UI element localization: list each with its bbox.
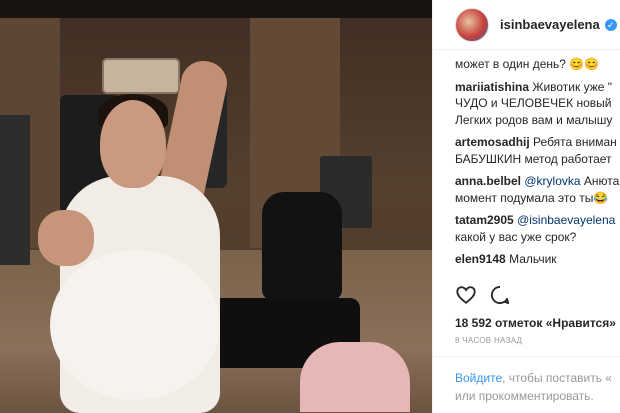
comment-username[interactable]: anna.belbel [455, 174, 521, 188]
comment-mention[interactable]: @isinbaevayelena [517, 213, 615, 227]
verified-badge-icon: ✓ [604, 18, 617, 31]
comment-username[interactable]: artemosadhij [455, 135, 530, 149]
post-side-panel: isinbaevayelena ✓ • может в один день? 😊… [432, 0, 620, 413]
comment-username[interactable]: mariiatishina [455, 80, 529, 94]
post-actions [455, 284, 511, 306]
comment: tatam2905 @isinbaevayelena какой у вас у… [455, 212, 620, 245]
comment: artemosadhij Ребята вниман БАБУШКИН мето… [455, 134, 620, 167]
comment-text: какой у вас уже срок? [455, 229, 577, 244]
login-prompt-text: , чтобы поставить « [502, 371, 612, 385]
login-prompt: Войдите, чтобы поставить « или прокоммен… [433, 356, 620, 413]
heart-icon[interactable] [455, 284, 477, 306]
comment: может в один день? 😊😊 [455, 56, 620, 73]
comment-text: Ребята вниман [533, 135, 617, 149]
phone [102, 58, 180, 94]
post-timestamp[interactable]: 8 часов назад [455, 336, 522, 345]
person-belly [50, 250, 220, 400]
comment-text: БАБУШКИН метод работает [455, 151, 612, 166]
comment: elen9148 Мальчик [455, 251, 620, 268]
comments-list: может в один день? 😊😊 mariiatishina Живо… [455, 56, 620, 274]
likes-count[interactable]: 18 592 отметок «Нравится» [455, 316, 616, 330]
post-header: isinbaevayelena ✓ • [433, 0, 620, 50]
comment-text: Мальчик [509, 252, 557, 266]
comment: anna.belbel @krylovka Анюта момент подум… [455, 173, 620, 206]
chair-back [262, 192, 342, 300]
photo-top-band [0, 0, 432, 18]
comment-username[interactable]: tatam2905 [455, 213, 514, 227]
person-head [100, 100, 166, 188]
gym-machine-left [0, 115, 30, 265]
comment-text: Животик уже " [532, 79, 613, 94]
comment-mention[interactable]: @krylovka [524, 174, 580, 188]
comment-text: Анюта [583, 174, 620, 188]
comment-text: ЧУДО и ЧЕЛОВЕЧЕК новый [455, 96, 612, 110]
post-photo[interactable] [0, 0, 432, 413]
comment-text: может в один день? 😊😊 [455, 57, 600, 71]
header-username[interactable]: isinbaevayelena [500, 17, 600, 32]
comment: mariiatishina Животик уже " ЧУДО и ЧЕЛОВ… [455, 79, 620, 129]
login-link[interactable]: Войдите [455, 371, 502, 385]
comment-icon[interactable] [489, 284, 511, 306]
comment-text: момент подумала это ты😂 [455, 190, 609, 205]
pink-object [300, 342, 410, 412]
comment-username[interactable]: elen9148 [455, 252, 506, 266]
login-prompt-text: или прокомментировать. [455, 389, 594, 403]
avatar[interactable] [455, 7, 489, 42]
person-hand [38, 210, 94, 266]
comment-text: Легких родов вам и малышу [455, 112, 613, 127]
